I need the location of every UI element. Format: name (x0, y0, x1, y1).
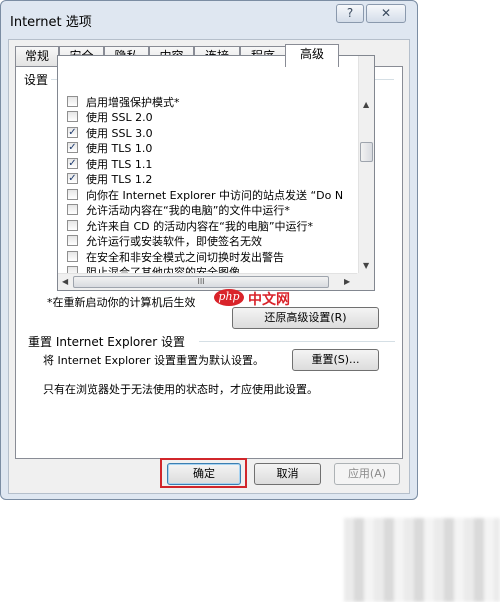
checkbox-tls-1-0[interactable]: ✓ (67, 142, 78, 153)
scroll-grip-icon: III (197, 277, 205, 286)
restart-note: *在重新启动你的计算机后生效 (47, 296, 196, 309)
close-button[interactable]: ✕ (366, 4, 406, 23)
vertical-scroll-thumb[interactable] (360, 142, 373, 162)
blurred-area (344, 518, 500, 602)
close-icon: ✕ (380, 6, 392, 20)
settings-group-label: 设置 (24, 71, 53, 88)
tab-advanced[interactable]: 高级 (285, 44, 339, 67)
scroll-down-arrow-icon[interactable]: ▼ (363, 261, 369, 270)
horizontal-scroll-thumb[interactable]: III (73, 276, 329, 288)
checkbox-do-not-track[interactable] (67, 189, 78, 200)
vertical-scrollbar[interactable]: ▲ ▼ (358, 56, 374, 275)
tab-general[interactable]: 常规 (15, 46, 59, 66)
reset-group-label: 重置 Internet Explorer 设置 (28, 333, 190, 350)
reset-hint: 只有在浏览器处于无法使用的状态时，才应使用此设置。 (43, 383, 318, 396)
restore-advanced-settings-button[interactable]: 还原高级设置(R) (232, 307, 379, 329)
checkbox-secure-mode-warning[interactable] (67, 251, 78, 262)
window-title: Internet 选项 (10, 15, 92, 30)
checkbox-tls-1-2[interactable]: ✓ (67, 173, 78, 184)
internet-options-dialog: Internet 选项 ? ✕ 常规 安全 隐私 内容 连接 程序 高级 设置 … (0, 0, 418, 500)
checkbox-invalid-signature[interactable] (67, 235, 78, 246)
ok-button-highlight (160, 458, 247, 488)
help-button[interactable]: ? (336, 4, 364, 23)
checkbox-enhanced-protected-mode[interactable] (67, 96, 78, 107)
reset-description: 将 Internet Explorer 设置重置为默认设置。 (43, 354, 264, 367)
reset-button[interactable]: 重置(S)... (292, 349, 379, 371)
cancel-button[interactable]: 取消 (254, 463, 321, 485)
scroll-left-arrow-icon[interactable]: ◀ (62, 277, 68, 286)
settings-tree-list[interactable]: 启用增强保护模式* 使用 SSL 2.0 ✓ 使用 SSL 3.0 ✓ 使用 T… (57, 55, 375, 291)
scroll-up-arrow-icon[interactable]: ▲ (363, 100, 369, 109)
reset-group-divider (199, 341, 395, 342)
checkbox-ssl-3[interactable]: ✓ (67, 127, 78, 138)
horizontal-scrollbar[interactable]: ◀ III ▶ (58, 273, 358, 290)
title-bar[interactable]: Internet 选项 ? ✕ (1, 1, 417, 35)
apply-button[interactable]: 应用(A) (334, 463, 400, 485)
checkbox-active-content-files[interactable] (67, 204, 78, 215)
scroll-right-arrow-icon[interactable]: ▶ (344, 277, 350, 286)
checkbox-ssl-2[interactable] (67, 111, 78, 122)
scrollbar-corner (357, 273, 374, 290)
checkbox-active-content-cd[interactable] (67, 220, 78, 231)
checkbox-tls-1-1[interactable]: ✓ (67, 158, 78, 169)
watermark-text: 中文网 (248, 292, 290, 308)
help-icon: ? (346, 6, 354, 20)
watermark-logo: php (214, 289, 244, 306)
